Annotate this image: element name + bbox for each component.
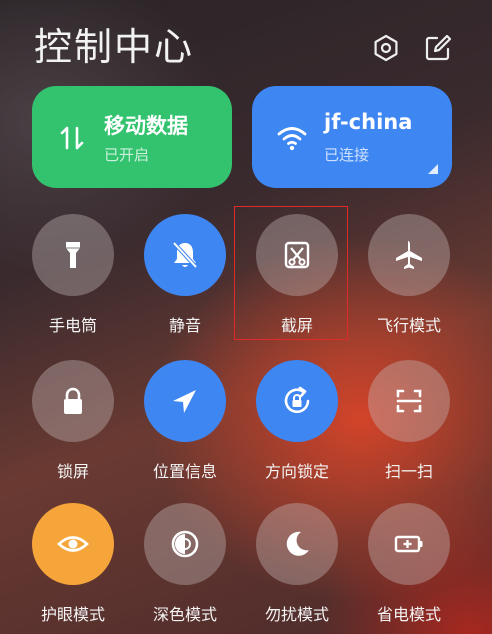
edit-icon[interactable] bbox=[424, 34, 452, 62]
screenshot-highlight-box bbox=[234, 206, 348, 340]
dark-mode-icon bbox=[144, 503, 226, 585]
toggle-airplane[interactable]: 飞行模式 bbox=[354, 214, 464, 335]
toggle-rotation-lock[interactable]: 方向锁定 bbox=[242, 360, 352, 481]
wifi-status: 已连接 bbox=[324, 146, 370, 164]
toggle-label: 手电筒 bbox=[48, 316, 97, 335]
toggle-eye-care[interactable]: 护眼模式 bbox=[18, 503, 128, 624]
lock-icon bbox=[32, 360, 114, 442]
page-title: 控制中心 bbox=[34, 25, 195, 69]
toggle-dark-mode[interactable]: 深色模式 bbox=[130, 503, 240, 624]
mobile-data-tile[interactable]: 移动数据 已开启 bbox=[32, 86, 232, 188]
toggle-label: 飞行模式 bbox=[376, 316, 441, 335]
mobile-data-status: 已开启 bbox=[104, 146, 150, 164]
toggle-label: 锁屏 bbox=[56, 462, 89, 481]
toggle-do-not-disturb[interactable]: 勿扰模式 bbox=[242, 503, 352, 624]
toggle-location[interactable]: 位置信息 bbox=[130, 360, 240, 481]
bell-off-icon bbox=[144, 214, 226, 296]
moon-icon bbox=[256, 503, 338, 585]
expand-corner-icon[interactable] bbox=[428, 164, 438, 174]
toggle-silent[interactable]: 静音 bbox=[130, 214, 240, 335]
toggle-label: 勿扰模式 bbox=[264, 605, 329, 624]
wifi-network-name: jf-china bbox=[324, 110, 413, 134]
eye-icon bbox=[32, 503, 114, 585]
toggle-label: 护眼模式 bbox=[40, 605, 105, 624]
toggle-label: 静音 bbox=[168, 316, 201, 335]
location-icon bbox=[144, 360, 226, 442]
wifi-tile[interactable]: jf-china 已连接 bbox=[252, 86, 452, 188]
wifi-icon bbox=[276, 122, 308, 154]
toggle-lock-screen[interactable]: 锁屏 bbox=[18, 360, 128, 481]
toggle-label: 深色模式 bbox=[152, 605, 217, 624]
flashlight-icon bbox=[32, 214, 114, 296]
toggle-scan[interactable]: 扫一扫 bbox=[354, 360, 464, 481]
settings-icon[interactable] bbox=[372, 34, 400, 62]
data-transfer-icon bbox=[56, 122, 88, 154]
scan-icon bbox=[368, 360, 450, 442]
toggle-label: 扫一扫 bbox=[384, 462, 433, 481]
toggle-battery-saver[interactable]: 省电模式 bbox=[354, 503, 464, 624]
battery-saver-icon bbox=[368, 503, 450, 585]
mobile-data-title: 移动数据 bbox=[104, 114, 188, 138]
toggle-flashlight[interactable]: 手电筒 bbox=[18, 214, 128, 335]
toggle-label: 位置信息 bbox=[152, 462, 217, 481]
airplane-icon bbox=[368, 214, 450, 296]
rotation-lock-icon bbox=[256, 360, 338, 442]
toggle-label: 方向锁定 bbox=[264, 462, 329, 481]
toggle-label: 省电模式 bbox=[376, 605, 441, 624]
